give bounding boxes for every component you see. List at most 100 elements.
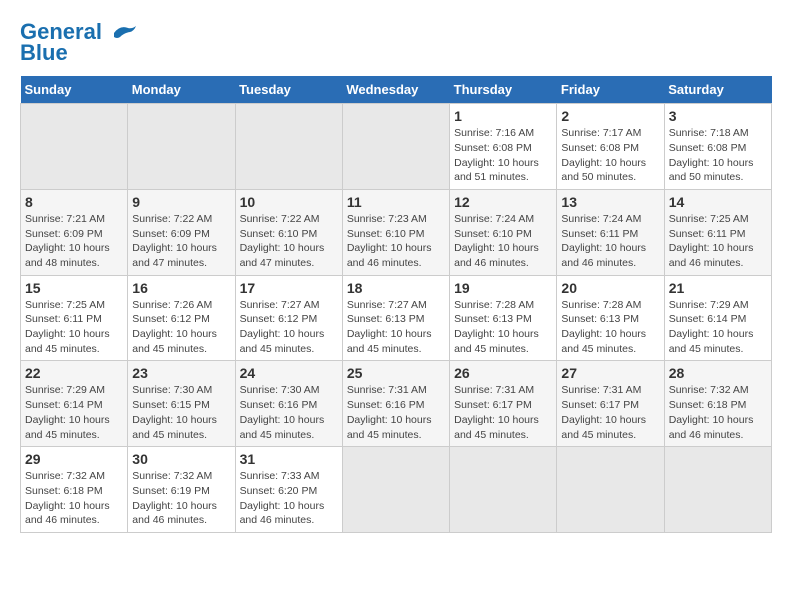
daylight-text: Daylight: 10 hours and 46 minutes. (669, 242, 754, 269)
day-number: 29 (25, 451, 123, 467)
calendar-cell: 8 Sunrise: 7:21 AM Sunset: 6:09 PM Dayli… (21, 189, 128, 275)
day-info: Sunrise: 7:28 AM Sunset: 6:13 PM Dayligh… (454, 298, 552, 357)
sunrise-text: Sunrise: 7:32 AM (132, 470, 212, 482)
sunrise-text: Sunrise: 7:29 AM (25, 384, 105, 396)
sunrise-text: Sunrise: 7:30 AM (240, 384, 320, 396)
day-info: Sunrise: 7:33 AM Sunset: 6:20 PM Dayligh… (240, 469, 338, 528)
sunset-text: Sunset: 6:16 PM (347, 399, 425, 411)
daylight-text: Daylight: 10 hours and 46 minutes. (454, 242, 539, 269)
calendar-cell (235, 104, 342, 190)
day-info: Sunrise: 7:17 AM Sunset: 6:08 PM Dayligh… (561, 126, 659, 185)
calendar-cell: 30 Sunrise: 7:32 AM Sunset: 6:19 PM Dayl… (128, 447, 235, 533)
calendar-cell: 1 Sunrise: 7:16 AM Sunset: 6:08 PM Dayli… (450, 104, 557, 190)
day-number: 18 (347, 280, 445, 296)
day-number: 14 (669, 194, 767, 210)
sunset-text: Sunset: 6:13 PM (347, 313, 425, 325)
sunset-text: Sunset: 6:11 PM (25, 313, 102, 325)
calendar-cell: 19 Sunrise: 7:28 AM Sunset: 6:13 PM Dayl… (450, 275, 557, 361)
sunset-text: Sunset: 6:13 PM (561, 313, 639, 325)
day-number: 19 (454, 280, 552, 296)
day-info: Sunrise: 7:27 AM Sunset: 6:12 PM Dayligh… (240, 298, 338, 357)
calendar-cell: 29 Sunrise: 7:32 AM Sunset: 6:18 PM Dayl… (21, 447, 128, 533)
day-info: Sunrise: 7:30 AM Sunset: 6:15 PM Dayligh… (132, 383, 230, 442)
calendar-cell: 18 Sunrise: 7:27 AM Sunset: 6:13 PM Dayl… (342, 275, 449, 361)
weekday-header-thursday: Thursday (450, 76, 557, 104)
sunrise-text: Sunrise: 7:16 AM (454, 127, 534, 139)
calendar-week-3: 15 Sunrise: 7:25 AM Sunset: 6:11 PM Dayl… (21, 275, 772, 361)
daylight-text: Daylight: 10 hours and 45 minutes. (240, 328, 325, 355)
day-info: Sunrise: 7:24 AM Sunset: 6:10 PM Dayligh… (454, 212, 552, 271)
calendar-cell: 20 Sunrise: 7:28 AM Sunset: 6:13 PM Dayl… (557, 275, 664, 361)
day-number: 23 (132, 365, 230, 381)
daylight-text: Daylight: 10 hours and 45 minutes. (561, 414, 646, 441)
calendar-cell: 26 Sunrise: 7:31 AM Sunset: 6:17 PM Dayl… (450, 361, 557, 447)
calendar-cell (557, 447, 664, 533)
sunrise-text: Sunrise: 7:28 AM (454, 299, 534, 311)
day-number: 2 (561, 108, 659, 124)
day-number: 15 (25, 280, 123, 296)
calendar-cell: 15 Sunrise: 7:25 AM Sunset: 6:11 PM Dayl… (21, 275, 128, 361)
sunset-text: Sunset: 6:10 PM (240, 228, 318, 240)
sunrise-text: Sunrise: 7:32 AM (669, 384, 749, 396)
sunrise-text: Sunrise: 7:23 AM (347, 213, 427, 225)
sunrise-text: Sunrise: 7:27 AM (347, 299, 427, 311)
calendar-cell (450, 447, 557, 533)
logo: General Blue (20, 20, 138, 66)
sunset-text: Sunset: 6:08 PM (454, 142, 532, 154)
calendar-cell: 13 Sunrise: 7:24 AM Sunset: 6:11 PM Dayl… (557, 189, 664, 275)
daylight-text: Daylight: 10 hours and 45 minutes. (561, 328, 646, 355)
day-number: 25 (347, 365, 445, 381)
daylight-text: Daylight: 10 hours and 45 minutes. (454, 328, 539, 355)
calendar-cell: 16 Sunrise: 7:26 AM Sunset: 6:12 PM Dayl… (128, 275, 235, 361)
calendar-cell (664, 447, 771, 533)
daylight-text: Daylight: 10 hours and 51 minutes. (454, 157, 539, 184)
sunrise-text: Sunrise: 7:18 AM (669, 127, 749, 139)
day-number: 27 (561, 365, 659, 381)
weekday-header-tuesday: Tuesday (235, 76, 342, 104)
sunset-text: Sunset: 6:18 PM (25, 485, 103, 497)
sunrise-text: Sunrise: 7:30 AM (132, 384, 212, 396)
calendar-week-2: 8 Sunrise: 7:21 AM Sunset: 6:09 PM Dayli… (21, 189, 772, 275)
daylight-text: Daylight: 10 hours and 45 minutes. (669, 328, 754, 355)
calendar-cell: 31 Sunrise: 7:33 AM Sunset: 6:20 PM Dayl… (235, 447, 342, 533)
calendar-cell: 27 Sunrise: 7:31 AM Sunset: 6:17 PM Dayl… (557, 361, 664, 447)
day-number: 30 (132, 451, 230, 467)
sunrise-text: Sunrise: 7:21 AM (25, 213, 105, 225)
logo-subtext: Blue (20, 40, 68, 66)
daylight-text: Daylight: 10 hours and 50 minutes. (561, 157, 646, 184)
calendar-cell: 3 Sunrise: 7:18 AM Sunset: 6:08 PM Dayli… (664, 104, 771, 190)
day-info: Sunrise: 7:30 AM Sunset: 6:16 PM Dayligh… (240, 383, 338, 442)
sunrise-text: Sunrise: 7:24 AM (454, 213, 534, 225)
weekday-header-saturday: Saturday (664, 76, 771, 104)
day-number: 28 (669, 365, 767, 381)
day-number: 3 (669, 108, 767, 124)
calendar-cell: 2 Sunrise: 7:17 AM Sunset: 6:08 PM Dayli… (557, 104, 664, 190)
day-info: Sunrise: 7:25 AM Sunset: 6:11 PM Dayligh… (669, 212, 767, 271)
sunrise-text: Sunrise: 7:24 AM (561, 213, 641, 225)
calendar-week-5: 29 Sunrise: 7:32 AM Sunset: 6:18 PM Dayl… (21, 447, 772, 533)
day-number: 26 (454, 365, 552, 381)
sunset-text: Sunset: 6:11 PM (561, 228, 638, 240)
day-info: Sunrise: 7:32 AM Sunset: 6:18 PM Dayligh… (25, 469, 123, 528)
daylight-text: Daylight: 10 hours and 46 minutes. (25, 500, 110, 527)
weekday-header-row: SundayMondayTuesdayWednesdayThursdayFrid… (21, 76, 772, 104)
calendar-week-4: 22 Sunrise: 7:29 AM Sunset: 6:14 PM Dayl… (21, 361, 772, 447)
day-info: Sunrise: 7:25 AM Sunset: 6:11 PM Dayligh… (25, 298, 123, 357)
day-number: 8 (25, 194, 123, 210)
day-info: Sunrise: 7:24 AM Sunset: 6:11 PM Dayligh… (561, 212, 659, 271)
day-number: 10 (240, 194, 338, 210)
day-info: Sunrise: 7:32 AM Sunset: 6:19 PM Dayligh… (132, 469, 230, 528)
sunrise-text: Sunrise: 7:32 AM (25, 470, 105, 482)
sunset-text: Sunset: 6:08 PM (669, 142, 747, 154)
sunrise-text: Sunrise: 7:25 AM (25, 299, 105, 311)
day-info: Sunrise: 7:29 AM Sunset: 6:14 PM Dayligh… (25, 383, 123, 442)
sunset-text: Sunset: 6:14 PM (669, 313, 747, 325)
sunrise-text: Sunrise: 7:25 AM (669, 213, 749, 225)
daylight-text: Daylight: 10 hours and 46 minutes. (240, 500, 325, 527)
daylight-text: Daylight: 10 hours and 46 minutes. (347, 242, 432, 269)
sunrise-text: Sunrise: 7:31 AM (561, 384, 641, 396)
day-number: 21 (669, 280, 767, 296)
sunset-text: Sunset: 6:12 PM (132, 313, 210, 325)
day-number: 20 (561, 280, 659, 296)
daylight-text: Daylight: 10 hours and 46 minutes. (132, 500, 217, 527)
